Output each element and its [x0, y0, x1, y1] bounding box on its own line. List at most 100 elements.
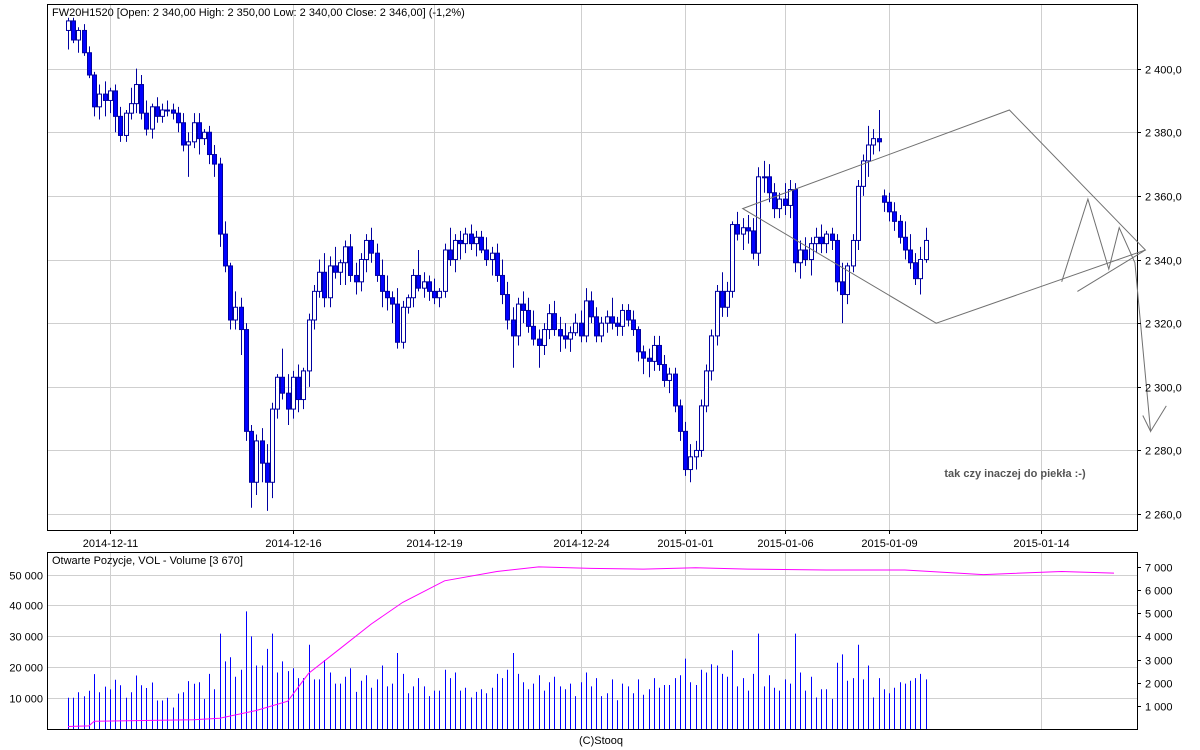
volume-right-tick-label: 6 000	[1145, 586, 1173, 598]
candle-bull	[422, 281, 427, 289]
candle-bull	[474, 236, 479, 245]
candle-bull	[756, 176, 761, 254]
candle-bear	[746, 227, 751, 232]
candle-bear	[71, 20, 76, 41]
candle-bear	[218, 163, 223, 235]
candle-bull	[688, 456, 693, 471]
candle-bear	[898, 220, 903, 238]
volume-left-tick-label: 10 000	[9, 694, 43, 706]
candle-bear	[636, 329, 641, 353]
candle-bull	[343, 246, 348, 264]
candle-bull	[317, 271, 322, 292]
candle-bull	[411, 274, 416, 299]
candle-bull	[129, 103, 134, 114]
volume-right-tick-label: 3 000	[1145, 656, 1173, 668]
candle-bear	[265, 462, 270, 483]
candle-bear	[882, 195, 887, 203]
candle-bear	[793, 189, 798, 264]
candle-bull	[312, 290, 317, 321]
candle-bull	[542, 329, 547, 346]
price-x-tick-label: 2015-01-01	[657, 538, 713, 550]
candle-bear	[495, 252, 500, 276]
candle-bear	[913, 262, 918, 280]
candle-bear	[767, 176, 772, 194]
candle-bear	[641, 351, 646, 359]
candle-bear	[594, 316, 599, 337]
candle-bull	[809, 243, 814, 261]
candle-bear	[369, 239, 374, 254]
candle-bull	[307, 319, 312, 372]
candle-bear	[390, 297, 395, 305]
candle-bear	[144, 112, 149, 130]
candle-bear	[249, 430, 254, 483]
candle-bull	[338, 262, 343, 273]
candle-bull	[97, 93, 102, 108]
candle-bull	[186, 141, 191, 146]
candle-bull	[192, 122, 197, 143]
candle-bull	[725, 290, 730, 308]
candle-bull	[851, 239, 856, 267]
candle-bull	[453, 239, 458, 261]
candle-bear	[479, 236, 484, 251]
candle-bear	[484, 249, 489, 261]
candle-bear	[903, 236, 908, 251]
candle-bear	[678, 405, 683, 432]
stock-chart: 2 260,0 2 280,0 2 300,0 2 320,0 2 340,0 2 360…	[0, 0, 1200, 750]
candle-bear	[526, 309, 531, 327]
footer-credit: (C)Stooq	[579, 735, 623, 747]
candle-bull	[871, 138, 876, 146]
candle-bear	[505, 294, 510, 321]
candle-bear	[118, 115, 123, 136]
candle-bear	[385, 290, 390, 299]
candle-bear	[558, 329, 563, 337]
candle-bear	[103, 93, 108, 101]
candle-bear	[176, 112, 181, 124]
candle-bull	[359, 259, 364, 283]
candle-bear	[720, 290, 725, 308]
candle-bear	[416, 274, 421, 289]
candle-bear	[280, 376, 285, 394]
candle-bull	[599, 322, 604, 337]
candle-bull	[275, 376, 280, 410]
candle-bear	[333, 265, 338, 273]
candle-bull	[437, 290, 442, 299]
price-y-tick-label: 2 400,0	[1145, 65, 1182, 77]
price-y-tick-label: 2 260,0	[1145, 510, 1182, 522]
candle-bull	[66, 20, 71, 31]
candle-bear	[662, 364, 667, 381]
price-x-tick-label: 2014-12-24	[553, 538, 609, 550]
price-x-tick-label: 2014-12-16	[265, 538, 321, 550]
candle-bear	[239, 306, 244, 331]
price-x-tick-label: 2014-12-11	[83, 538, 138, 550]
candle-bear	[223, 233, 228, 267]
candle-bull	[364, 239, 369, 261]
candle-bear	[615, 322, 620, 327]
candle-bull	[694, 449, 699, 458]
candle-bear	[500, 274, 505, 296]
candle-bear	[840, 281, 845, 296]
candle-bear	[207, 131, 212, 156]
candle-bull	[516, 303, 521, 337]
candle-bear	[647, 357, 652, 362]
candle-bear	[908, 249, 913, 264]
price-x-tick-label: 2014-12-19	[406, 538, 462, 550]
candle-bull	[704, 370, 709, 407]
candle-bull	[233, 306, 238, 321]
candle-bull	[667, 373, 672, 381]
candle-bull	[254, 440, 259, 483]
price-y-tick-label: 2 280,0	[1145, 446, 1182, 458]
candle-bull	[573, 322, 578, 334]
candle-bull	[652, 344, 657, 362]
candle-bear	[322, 271, 327, 299]
candle-bear	[181, 122, 186, 146]
price-x-tick-label: 2015-01-09	[861, 538, 917, 550]
price-x-tick-label: 2015-01-14	[1013, 538, 1069, 550]
candle-bear	[432, 290, 437, 299]
candle-bear	[296, 376, 301, 401]
candle-bear	[835, 239, 840, 283]
candle-bull	[108, 90, 113, 101]
candle-bull	[202, 131, 207, 140]
candle-bear	[171, 109, 176, 114]
candle-bull	[301, 370, 306, 401]
candle-bear	[892, 211, 897, 222]
